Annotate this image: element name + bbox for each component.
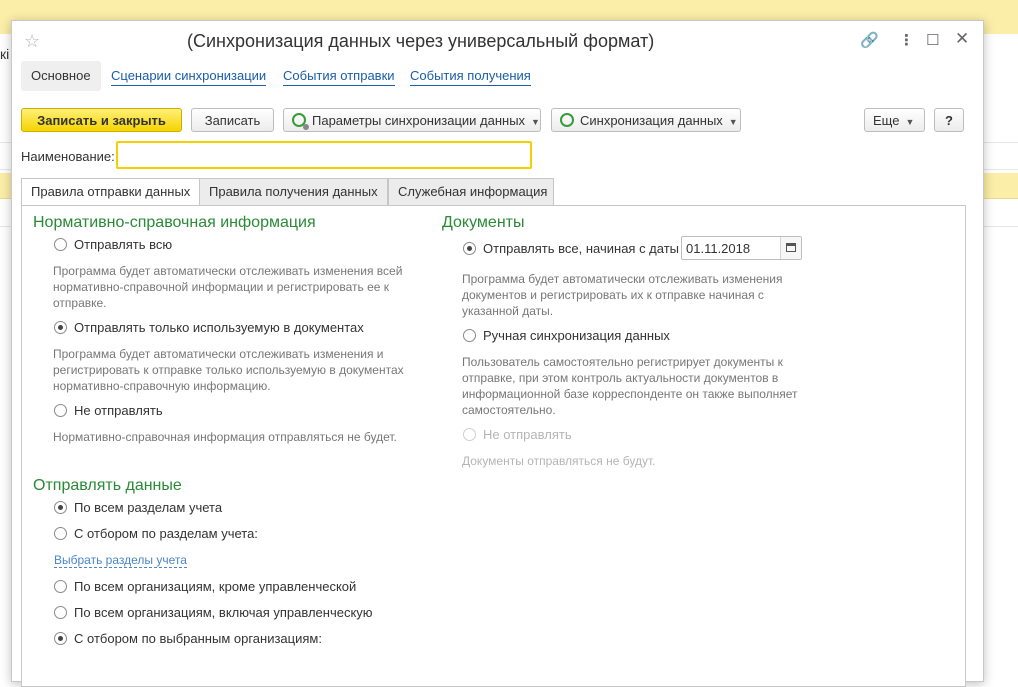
name-label: Наименование:: [21, 149, 115, 164]
radio-selected-icon: [54, 321, 67, 334]
window-titlebar: ☆ (Синхронизация данных через универсаль…: [12, 21, 983, 61]
nav-tab-main[interactable]: Основное: [21, 61, 101, 91]
docs-from-date-radio[interactable]: Отправлять все, начиная с даты: [463, 241, 679, 256]
docs-send-none-radio: Не отправлять: [463, 427, 572, 442]
calendar-icon[interactable]: [780, 237, 801, 259]
tab-receive-rules[interactable]: Правила получения данных: [199, 178, 388, 206]
nav-tab-receive-events[interactable]: События получения: [410, 67, 531, 86]
sync-data-label: Синхронизация данных: [580, 113, 723, 128]
radio-selected-icon: [463, 242, 476, 255]
desc-line: регистрировать к отправке только использ…: [53, 363, 404, 377]
filter-sections-radio[interactable]: С отбором по разделам учета:: [54, 526, 258, 541]
radio-icon: [463, 428, 476, 441]
docs-from-date-label: Отправлять все, начиная с даты: [483, 241, 680, 256]
save-button[interactable]: Записать: [191, 108, 274, 132]
more-vertical-icon[interactable]: ⋮: [899, 31, 914, 49]
tab-service-info[interactable]: Служебная информация: [388, 178, 554, 206]
docs-send-none-description: Документы отправляться не будут.: [462, 454, 656, 468]
radio-selected-icon: [54, 501, 67, 514]
send-data-section-title: Отправлять данные: [33, 477, 182, 494]
sync-params-label: Параметры синхронизации данных: [312, 113, 526, 128]
background-left-text: кі: [0, 46, 10, 62]
sync-icon: [560, 113, 574, 127]
link-icon[interactable]: 🔗: [860, 31, 879, 49]
name-input[interactable]: [116, 141, 532, 169]
save-and-close-button[interactable]: Записать и закрыть: [21, 108, 182, 132]
docs-send-none-label: Не отправлять: [483, 427, 572, 442]
sync-settings-icon: [292, 113, 309, 130]
radio-icon: [54, 404, 67, 417]
docs-manual-sync-radio[interactable]: Ручная синхронизация данных: [463, 328, 670, 343]
radio-icon: [463, 329, 476, 342]
nsi-section-title: Нормативно-справочная информация: [33, 214, 316, 231]
nsi-send-used-radio[interactable]: Отправлять только используемую в докумен…: [54, 320, 364, 335]
desc-line: Программа будет автоматически отслеживат…: [53, 347, 384, 361]
choose-sections-link[interactable]: Выбрать разделы учета: [54, 553, 187, 568]
close-icon[interactable]: ✕: [955, 29, 969, 49]
nsi-send-all-label: Отправлять всю: [74, 237, 173, 252]
docs-from-date-description: Программа будет автоматически отслеживат…: [462, 271, 782, 319]
orgs-incl-mgmt-radio[interactable]: По всем организациям, включая управленче…: [54, 605, 373, 620]
docs-start-date-input[interactable]: 01.11.2018: [681, 236, 802, 260]
desc-line: отправке, при этом контроль актуальности…: [462, 371, 779, 385]
radio-selected-icon: [54, 632, 67, 645]
orgs-selected-radio[interactable]: С отбором по выбранным организациям:: [54, 631, 322, 646]
all-sections-label: По всем разделам учета: [74, 500, 223, 515]
more-label: Еще: [873, 113, 900, 128]
desc-line: документов и регистрировать их к отправк…: [462, 288, 764, 302]
nav-tab-scenarios[interactable]: Сценарии синхронизации: [111, 67, 267, 86]
desc-line: Программа будет автоматически отслеживат…: [53, 264, 403, 278]
desc-line: указанной даты.: [462, 304, 554, 318]
filter-sections-label: С отбором по разделам учета:: [74, 526, 258, 541]
docs-start-date-value: 01.11.2018: [686, 241, 751, 256]
desc-line: Пользователь самостоятельно регистрирует…: [462, 355, 783, 369]
maximize-icon[interactable]: ☐: [926, 31, 939, 49]
all-sections-radio[interactable]: По всем разделам учета: [54, 500, 222, 515]
desc-line: Программа будет автоматически отслеживат…: [462, 272, 783, 286]
nsi-send-none-radio[interactable]: Не отправлять: [54, 403, 163, 418]
orgs-except-mgmt-radio[interactable]: По всем организациям, кроме управленческ…: [54, 579, 356, 594]
desc-line: информационной базе корреспонденте он та…: [462, 387, 798, 401]
radio-icon: [54, 606, 67, 619]
desc-line: отправке.: [53, 296, 107, 310]
sync-params-button[interactable]: Параметры синхронизации данных ▼: [283, 108, 541, 132]
desc-line: нормативно-справочной информации и регис…: [53, 280, 390, 294]
nav-tab-send-events[interactable]: События отправки: [283, 67, 395, 86]
desc-line: нормативно-справочную информацию.: [53, 379, 271, 393]
more-button[interactable]: Еще ▼: [864, 108, 925, 132]
nsi-send-used-description: Программа будет автоматически отслеживат…: [53, 346, 404, 394]
sync-data-button[interactable]: Синхронизация данных ▼: [551, 108, 741, 132]
radio-icon: [54, 580, 67, 593]
docs-section-title: Документы: [442, 214, 525, 231]
dropdown-arrow-icon: ▼: [531, 117, 540, 127]
orgs-selected-label: С отбором по выбранным организациям:: [74, 631, 322, 646]
radio-icon: [54, 527, 67, 540]
tab-send-rules[interactable]: Правила отправки данных: [21, 178, 200, 207]
orgs-except-mgmt-label: По всем организациям, кроме управленческ…: [74, 579, 357, 594]
dropdown-arrow-icon: ▼: [728, 117, 738, 127]
star-icon[interactable]: ☆: [24, 31, 40, 52]
sync-settings-window: ☆ (Синхронизация данных через универсаль…: [11, 20, 984, 687]
nsi-send-all-radio[interactable]: Отправлять всю: [54, 237, 172, 252]
window-title: (Синхронизация данных через универсальны…: [187, 31, 655, 51]
docs-manual-sync-label: Ручная синхронизация данных: [483, 328, 670, 343]
radio-icon: [54, 238, 67, 251]
dropdown-arrow-icon: ▼: [905, 117, 915, 127]
nsi-send-used-label: Отправлять только используемую в докумен…: [74, 320, 364, 335]
desc-line: самостоятельно.: [462, 403, 556, 417]
nsi-send-all-description: Программа будет автоматически отслеживат…: [53, 263, 402, 311]
docs-manual-sync-description: Пользователь самостоятельно регистрирует…: [462, 354, 798, 418]
help-button[interactable]: ?: [934, 108, 964, 132]
orgs-incl-mgmt-label: По всем организациям, включая управленче…: [74, 605, 373, 620]
nsi-send-none-label: Не отправлять: [74, 403, 163, 418]
nsi-send-none-description: Нормативно-справочная информация отправл…: [53, 430, 397, 444]
